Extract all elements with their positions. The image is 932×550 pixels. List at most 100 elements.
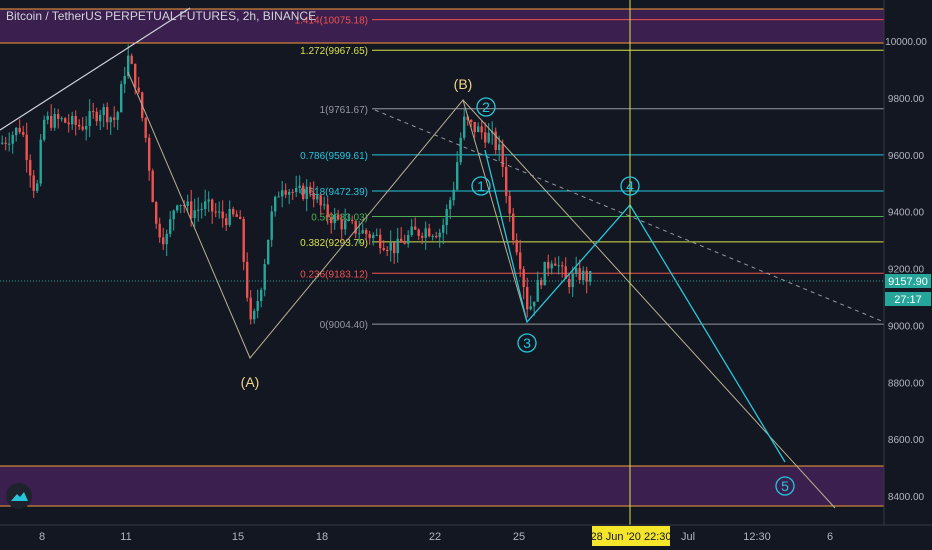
candle-body: [242, 218, 245, 262]
y-tick-label: 10000.00: [885, 37, 927, 48]
candle-body: [137, 87, 140, 93]
candle-body: [403, 242, 406, 244]
candle-body: [379, 234, 382, 249]
candle-body: [239, 216, 242, 219]
candle-body: [382, 248, 385, 250]
wave-label: (B): [454, 76, 473, 92]
candle-body: [113, 117, 116, 120]
candle-body: [302, 185, 305, 199]
candle-body: [389, 242, 392, 251]
x-tick-label: 12:30: [743, 531, 771, 543]
candle-body: [253, 310, 256, 320]
candle-body: [57, 114, 60, 119]
candle-body: [218, 211, 221, 213]
wave-label: 3: [523, 335, 531, 351]
candle-body: [533, 301, 536, 307]
candle-body: [81, 126, 84, 130]
candle-body: [365, 230, 368, 235]
candle-body: [456, 162, 459, 190]
candle-body: [246, 261, 249, 298]
y-tick-label: 8600.00: [888, 435, 925, 446]
candle-body: [396, 238, 399, 254]
candlestick-chart[interactable]: 1.414(10075.18)1.272(9967.65)1(9761.67)0…: [0, 0, 932, 550]
candle-body: [204, 201, 207, 210]
candle-body: [568, 278, 571, 288]
candle-body: [386, 249, 389, 251]
candle-body: [32, 175, 35, 191]
candle-body: [179, 205, 182, 207]
candle-body: [267, 239, 270, 265]
tradingview-logo[interactable]: [6, 483, 32, 509]
candle-body: [424, 228, 427, 238]
candle-body: [211, 199, 214, 212]
candle-body: [512, 213, 515, 240]
candle-body: [561, 265, 564, 267]
candle-body: [543, 261, 546, 286]
candle-body: [347, 219, 350, 221]
candle-body: [585, 270, 588, 282]
candle-body: [256, 301, 259, 311]
impulse-wave: [484, 149, 786, 463]
fibonacci-levels: 1.414(10075.18)1.272(9967.65)1(9761.67)0…: [295, 16, 884, 331]
candle-body: [172, 210, 175, 220]
y-tick-label: 8800.00: [888, 378, 925, 389]
candle-body: [11, 135, 14, 144]
candle-body: [575, 268, 578, 275]
candle-body: [333, 214, 336, 224]
candle-body: [36, 183, 39, 191]
wave-lines: [0, 7, 885, 509]
candle-body: [186, 201, 189, 207]
candle-body: [498, 144, 501, 150]
candle-body: [281, 190, 284, 197]
candle-body: [410, 226, 413, 235]
candle-body: [134, 63, 137, 88]
candle-body: [151, 170, 154, 203]
symbol-title[interactable]: Bitcoin / TetherUS PERPETUAL FUTURES, 2h…: [6, 9, 316, 23]
candle-body: [473, 121, 476, 132]
candle-body: [330, 217, 333, 224]
candle-body: [162, 237, 165, 245]
candle-body: [109, 117, 112, 123]
candle-body: [323, 204, 326, 206]
candle-body: [578, 268, 581, 280]
y-tick-label: 9800.00: [888, 94, 925, 105]
candle-body: [477, 126, 480, 132]
x-tick-label: 15: [232, 531, 244, 543]
target-line: [462, 99, 836, 509]
candle-body: [445, 209, 448, 226]
candle-body: [221, 211, 224, 219]
candle-body: [214, 211, 217, 213]
candle-body: [428, 228, 431, 237]
candle-body: [589, 270, 592, 282]
candle-body: [176, 205, 179, 211]
candle-body: [18, 127, 21, 133]
candle-body: [400, 238, 403, 243]
candle-body: [298, 185, 301, 188]
candle-body: [158, 223, 161, 238]
candle-body: [116, 112, 119, 120]
candle-body: [582, 270, 585, 280]
candle-body: [148, 137, 151, 171]
y-tick-label: 9400.00: [888, 208, 925, 219]
candle-body: [344, 220, 347, 230]
candle-body: [232, 208, 235, 215]
candle-body: [417, 229, 420, 236]
candle-body: [414, 226, 417, 230]
candle-body: [480, 126, 483, 133]
candle-body: [326, 204, 329, 218]
candle-body: [368, 234, 371, 239]
candle-body: [351, 219, 354, 222]
fib-label: 0.382(9293.79): [300, 238, 368, 249]
candle-body: [393, 242, 396, 254]
candle-body: [340, 219, 343, 230]
candle-body: [8, 143, 11, 145]
candle-body: [291, 191, 294, 193]
candle-body: [169, 219, 172, 234]
candle-body: [155, 202, 158, 224]
candle-body: [106, 107, 109, 123]
chart-root[interactable]: 1.414(10075.18) 1.272(9967.65) 1(9761.67) 0…: [0, 0, 932, 550]
candle-body: [358, 233, 361, 235]
crosshair-time-label: 28 Jun '20 22:30: [590, 531, 671, 543]
x-tick-label: Jul: [681, 531, 695, 543]
candle-body: [263, 264, 266, 290]
